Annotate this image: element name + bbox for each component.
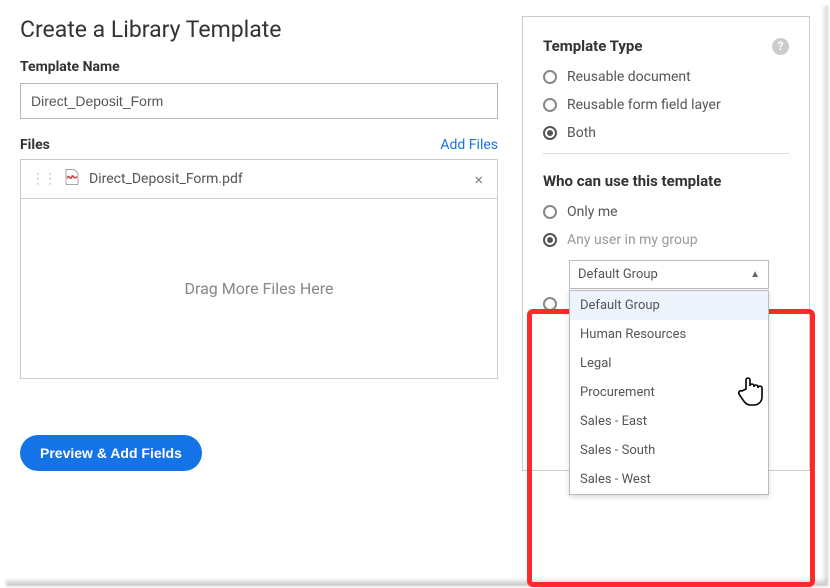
group-select-display[interactable]: Default Group ▲ bbox=[569, 260, 769, 289]
radio-label: Reusable document bbox=[567, 69, 691, 85]
group-dropdown-item[interactable]: Default Group bbox=[570, 291, 768, 320]
radio-label: Any user in my group bbox=[567, 232, 698, 248]
group-dropdown-item[interactable]: Sales - South bbox=[570, 436, 768, 465]
group-dropdown-item[interactable]: Legal bbox=[570, 349, 768, 378]
radio-label: Both bbox=[567, 125, 596, 141]
group-dropdown: Default Group Human Resources Legal Proc… bbox=[569, 290, 769, 495]
group-dropdown-item[interactable]: Sales - East bbox=[570, 407, 768, 436]
who-can-use-option[interactable]: Only me bbox=[543, 204, 789, 220]
template-name-input[interactable] bbox=[20, 83, 498, 119]
add-files-link[interactable]: Add Files bbox=[440, 137, 498, 153]
drag-handle-icon[interactable]: ⋮⋮ bbox=[31, 171, 55, 187]
who-can-use-title-text: Who can use this template bbox=[543, 172, 721, 190]
template-type-option[interactable]: Reusable form field layer bbox=[543, 97, 789, 113]
page-title: Create a Library Template bbox=[20, 16, 498, 43]
radio-label: Only me bbox=[567, 204, 618, 220]
group-dropdown-item[interactable]: Human Resources bbox=[570, 320, 768, 349]
divider bbox=[543, 153, 789, 154]
radio-label: Reusable form field layer bbox=[567, 97, 721, 113]
files-label: Files bbox=[20, 137, 50, 153]
group-dropdown-item[interactable]: Procurement bbox=[570, 378, 768, 407]
radio-icon[interactable] bbox=[543, 205, 557, 219]
screenshot-shadow bbox=[6, 578, 828, 586]
pdf-icon bbox=[63, 168, 81, 190]
template-name-label: Template Name bbox=[20, 59, 498, 75]
radio-icon[interactable] bbox=[543, 126, 557, 140]
file-name: Direct_Deposit_Form.pdf bbox=[89, 171, 243, 187]
template-type-option[interactable]: Reusable document bbox=[543, 69, 789, 85]
file-dropzone[interactable]: Drag More Files Here bbox=[20, 199, 498, 379]
template-type-title: Template Type ? bbox=[543, 37, 789, 55]
preview-add-fields-button[interactable]: Preview & Add Fields bbox=[20, 435, 202, 471]
radio-icon[interactable] bbox=[543, 297, 557, 311]
chevron-up-icon: ▲ bbox=[750, 269, 760, 280]
group-select[interactable]: Default Group ▲ Default Group Human Reso… bbox=[569, 260, 769, 289]
template-type-title-text: Template Type bbox=[543, 37, 642, 55]
radio-icon[interactable] bbox=[543, 98, 557, 112]
who-can-use-title: Who can use this template bbox=[543, 172, 789, 190]
group-select-value: Default Group bbox=[578, 267, 658, 282]
group-dropdown-item[interactable]: Sales - West bbox=[570, 465, 768, 494]
who-can-use-option[interactable]: Any user in my group bbox=[543, 232, 789, 248]
template-type-option[interactable]: Both bbox=[543, 125, 789, 141]
radio-icon[interactable] bbox=[543, 233, 557, 247]
remove-file-icon[interactable]: × bbox=[470, 170, 487, 189]
help-icon[interactable]: ? bbox=[772, 38, 789, 55]
file-row: ⋮⋮ Direct_Deposit_Form.pdf × bbox=[20, 159, 498, 199]
dropzone-text: Drag More Files Here bbox=[184, 279, 333, 298]
radio-icon[interactable] bbox=[543, 70, 557, 84]
